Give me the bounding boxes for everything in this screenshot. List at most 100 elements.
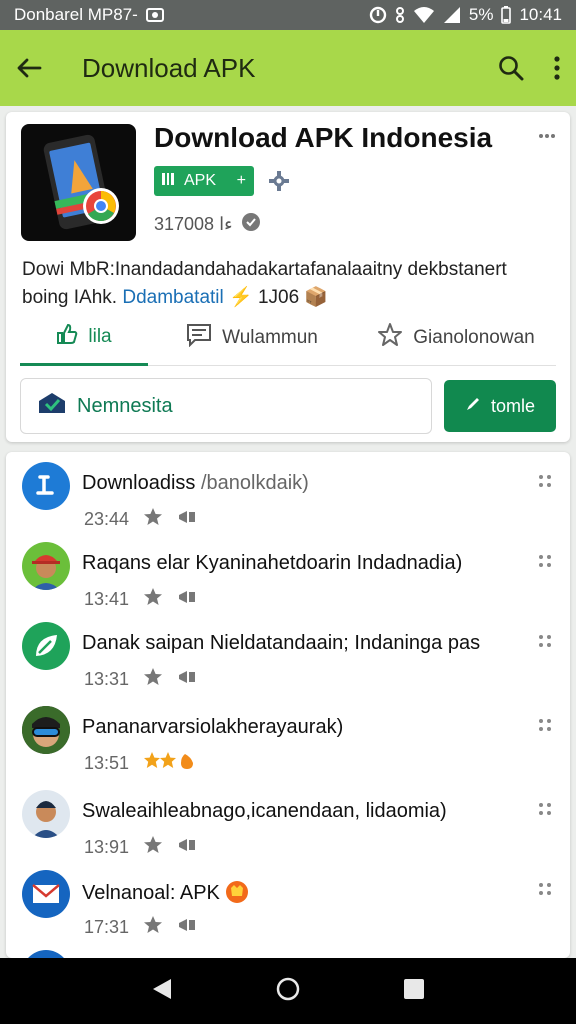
- star-icon[interactable]: [143, 915, 163, 940]
- cap-person-avatar: [22, 542, 70, 590]
- tab-gianolonowan[interactable]: Gianolonowan: [356, 310, 556, 366]
- list-item-meta: 13:41: [84, 587, 197, 612]
- list-item-meta: 17:31: [84, 915, 197, 940]
- app-stats: 3170ءا 08: [154, 212, 261, 237]
- status-bar: Donbarel MP87- 5% 10:41: [0, 0, 576, 30]
- list-item-meta: 13:91: [84, 835, 197, 860]
- data-saver-icon: [369, 6, 387, 24]
- app-title: Download APK Indonesia: [154, 122, 493, 153]
- list-item-partial[interactable]: [6, 946, 570, 958]
- tab-lila[interactable]: lila: [20, 310, 148, 366]
- pencil-icon: [465, 396, 481, 417]
- list-item[interactable]: Swaleaihleabnago,icanendaan, lidaomia) 1…: [6, 786, 570, 866]
- list-item-time: 13:91: [84, 837, 130, 857]
- partial-avatar-icon: [22, 950, 70, 958]
- download-list: Downloadiss /banolkdaik) 23:44 Raqans el…: [6, 452, 570, 958]
- star-outline-icon: [377, 322, 403, 354]
- thumbs-up-icon: [56, 323, 78, 351]
- drag-handle-icon[interactable]: [538, 882, 552, 901]
- name-field[interactable]: Nemnesita: [20, 378, 432, 434]
- rating-stars-icon: [143, 751, 199, 776]
- description-prefix: boing IAhk.: [22, 287, 123, 308]
- list-item-time: 13:51: [84, 753, 130, 773]
- description-line-1: Dowi MbR:Inandadandahadakartafanalaaitny…: [22, 259, 507, 280]
- app-bar: Download APK: [0, 30, 576, 106]
- drag-handle-icon[interactable]: [538, 634, 552, 653]
- barcode-icon: [162, 172, 176, 190]
- list-item-title: Pananarvarsiolakherayaurak): [82, 716, 344, 738]
- list-item-subtitle: /banolkdaik): [200, 472, 309, 494]
- settings-gear-icon[interactable]: [268, 170, 290, 197]
- leaf-icon: [22, 622, 70, 670]
- drag-handle-icon[interactable]: [538, 474, 552, 493]
- name-field-value: Nemnesita: [77, 394, 173, 417]
- list-item[interactable]: Danak saipan Nieldatandaain; Indaninga p…: [6, 618, 570, 698]
- system-nav-bar: [0, 958, 576, 1024]
- edit-action-label: tomle: [490, 395, 535, 416]
- list-item-time: 17:31: [84, 917, 130, 937]
- thumb-icon[interactable]: [177, 835, 197, 860]
- list-item-title: Raqans elar Kyaninahetdoarin Indadnadia): [82, 552, 463, 574]
- star-icon[interactable]: [143, 507, 163, 532]
- back-arrow-icon[interactable]: [16, 57, 42, 79]
- list-item-title: Danak saipan Nieldatandaain; Indaninga p…: [82, 632, 481, 654]
- nav-home-icon[interactable]: [275, 976, 301, 1007]
- list-item-meta: 13:31: [84, 667, 197, 692]
- star-icon[interactable]: [143, 835, 163, 860]
- app-detail-card: Download APK Indonesia APK + 3170ءا 08 D…: [6, 112, 570, 442]
- star-icon[interactable]: [143, 667, 163, 692]
- star-icon[interactable]: [143, 587, 163, 612]
- drag-handle-icon[interactable]: [538, 554, 552, 573]
- list-item-time: 23:44: [84, 509, 130, 529]
- list-item-title: Velnanoal: APK: [82, 880, 522, 904]
- card-more-icon[interactable]: [538, 126, 556, 144]
- list-item-title: Downloadiss /banolkdaik): [82, 472, 522, 494]
- apk-badge[interactable]: APK +: [154, 166, 254, 196]
- description-line-2: boing IAhk. Ddambatatil ⚡ 1J06 📦: [22, 284, 552, 312]
- list-item[interactable]: Pananarvarsiolakherayaurak) 13:51: [6, 702, 570, 782]
- thumb-icon[interactable]: [177, 507, 197, 532]
- verified-icon: [241, 212, 261, 237]
- home-check-icon: [37, 391, 67, 421]
- nav-back-icon[interactable]: [151, 977, 173, 1006]
- list-item-time: 13:41: [84, 589, 130, 609]
- stats-text: 3170ءا 08: [154, 214, 233, 234]
- overflow-menu-icon[interactable]: [554, 56, 560, 80]
- battery-percent: 5%: [468, 5, 494, 24]
- mail-icon: [22, 870, 70, 918]
- emoji-badge-icon: [225, 881, 249, 904]
- edit-action-button[interactable]: tomle: [444, 380, 556, 432]
- goggles-person-avatar: [22, 706, 70, 754]
- wifi-icon: [413, 6, 435, 24]
- boy-avatar: [22, 790, 70, 838]
- list-item-time: 13:31: [84, 669, 130, 689]
- image-notification-icon: [145, 8, 164, 22]
- list-item[interactable]: Downloadiss /banolkdaik) 23:44: [6, 458, 570, 538]
- thumb-icon[interactable]: [177, 587, 197, 612]
- search-icon[interactable]: [498, 55, 524, 81]
- list-item-title-text: Downloadiss: [82, 472, 196, 494]
- list-item-meta: 13:51: [84, 751, 199, 776]
- list-item[interactable]: Velnanoal: APK 17:31: [6, 866, 570, 946]
- tab-lila-label: lila: [88, 325, 112, 347]
- tab-gianolonowan-label: Gianolonowan: [413, 327, 535, 348]
- thumb-icon[interactable]: [177, 915, 197, 940]
- tab-bar: lila Wulammun Gianolonowan: [20, 310, 556, 366]
- status-notification-text: Donbarel MP87-: [14, 5, 138, 24]
- drag-handle-icon[interactable]: [538, 802, 552, 821]
- signal-icon: [443, 6, 461, 24]
- list-item-title-text: Velnanoal: APK: [82, 882, 220, 904]
- battery-icon: [501, 6, 512, 24]
- description-link[interactable]: Ddambatatil: [122, 287, 223, 308]
- plus-icon: +: [236, 172, 246, 189]
- download-icon: [22, 462, 70, 510]
- drag-handle-icon[interactable]: [538, 718, 552, 737]
- tab-wulammun-label: Wulammun: [222, 327, 318, 348]
- thumb-icon[interactable]: [177, 667, 197, 692]
- nav-recents-icon[interactable]: [403, 978, 425, 1005]
- list-item[interactable]: Raqans elar Kyaninahetdoarin Indadnadia)…: [6, 538, 570, 618]
- app-description: Dowi MbR:Inandadandahadakartafanalaaitny…: [22, 256, 552, 312]
- apk-badge-label: APK: [184, 172, 217, 189]
- app-bar-title: Download APK: [82, 52, 256, 83]
- tab-wulammun[interactable]: Wulammun: [148, 310, 356, 366]
